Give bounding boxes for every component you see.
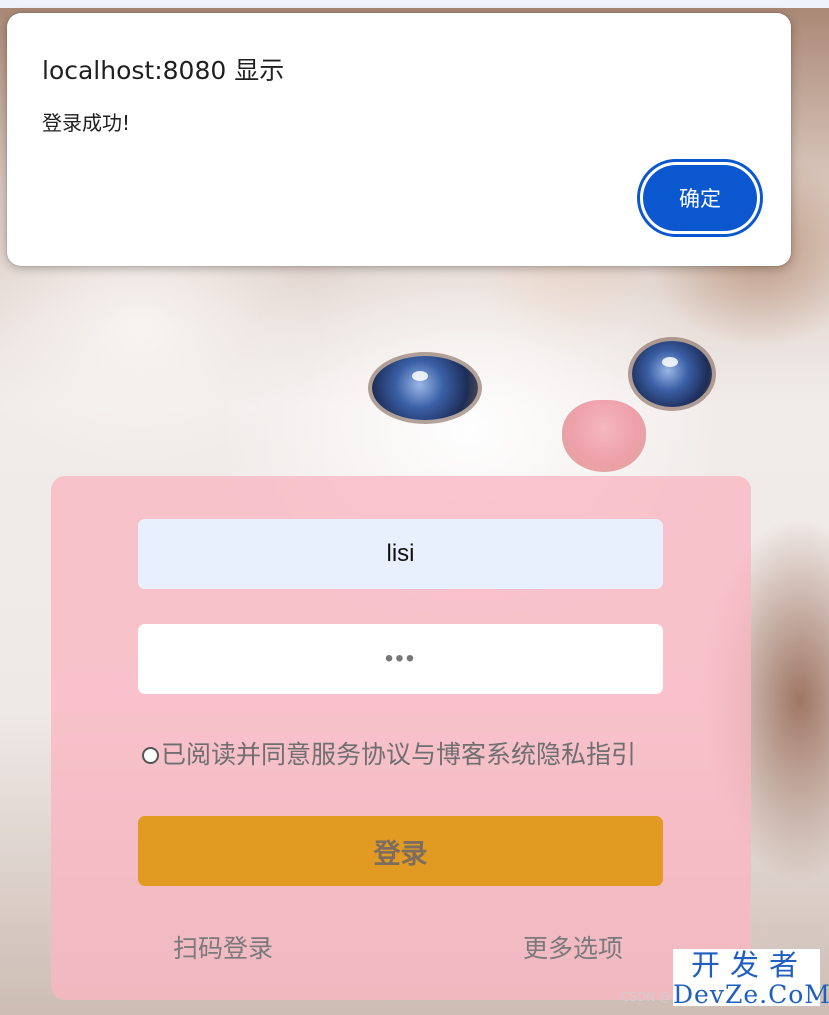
devze-logo: 开发者 DevZe.CoM bbox=[673, 948, 829, 1009]
login-button[interactable]: 登录 bbox=[138, 816, 663, 886]
csdn-watermark: CSDN @ bbox=[621, 990, 672, 1004]
alert-ok-label: 确定 bbox=[643, 165, 757, 231]
agreement-radio[interactable] bbox=[142, 746, 159, 764]
kitten-left-eye bbox=[372, 356, 478, 420]
devze-logo-en: DevZe.CoM bbox=[673, 980, 829, 1009]
alert-dialog: localhost:8080 显示 登录成功! 确定 bbox=[7, 13, 791, 266]
agreement-label: 已阅读并同意服务协议与博客系统隐私指引 bbox=[161, 740, 637, 769]
login-card: ••• 已阅读并同意服务协议与博客系统隐私指引 登录 扫码登录 更多选项 bbox=[51, 476, 751, 1000]
kitten-right-eye bbox=[632, 341, 712, 407]
kitten-nose bbox=[562, 400, 646, 472]
alert-message: 登录成功! bbox=[42, 111, 131, 135]
devze-logo-cn: 开发者 bbox=[690, 948, 808, 982]
browser-viewport: ••• 已阅读并同意服务协议与博客系统隐私指引 登录 扫码登录 更多选项 loc… bbox=[0, 0, 829, 1015]
browser-top-strip bbox=[0, 0, 829, 8]
qr-login-link[interactable]: 扫码登录 bbox=[173, 932, 273, 966]
agreement-row: 已阅读并同意服务协议与博客系统隐私指引 bbox=[142, 738, 636, 772]
alert-title: localhost:8080 显示 bbox=[42, 56, 285, 85]
alert-ok-button[interactable]: 确定 bbox=[637, 159, 763, 237]
more-options-link[interactable]: 更多选项 bbox=[523, 932, 623, 966]
password-input[interactable]: ••• bbox=[138, 624, 663, 694]
username-input[interactable] bbox=[138, 519, 663, 589]
